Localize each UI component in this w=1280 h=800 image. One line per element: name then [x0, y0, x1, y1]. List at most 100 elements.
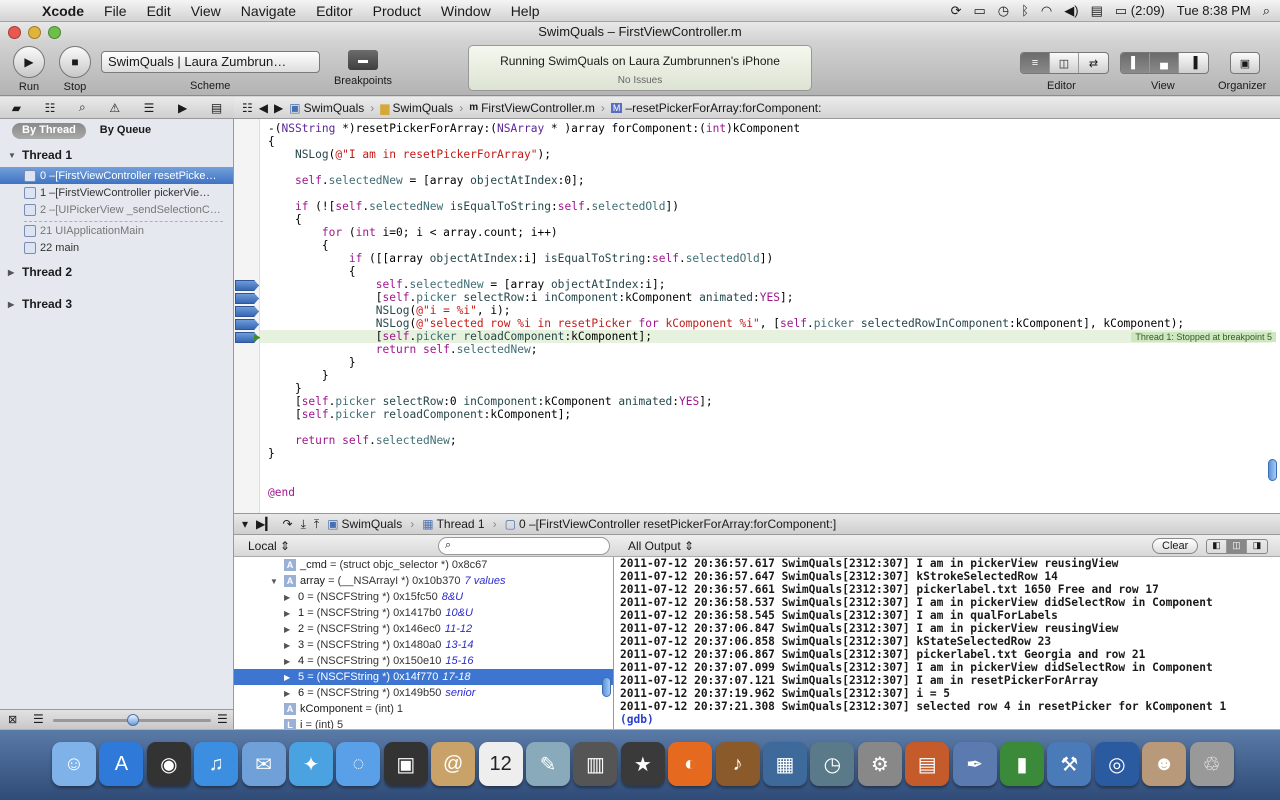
dashboard-icon[interactable]: ◉ — [146, 742, 191, 786]
preview-icon[interactable]: ✎ — [526, 742, 570, 786]
xcode-icon[interactable]: ⚒ — [1047, 742, 1092, 786]
app-menu[interactable]: Xcode — [32, 3, 94, 19]
mission-control-icon[interactable]: ▦ — [763, 742, 807, 786]
stack-frame-0[interactable]: 0 –[FirstViewController resetPicke… — [0, 167, 233, 184]
zoom-window-button[interactable] — [48, 26, 61, 39]
run-button[interactable]: ▶ Run — [12, 46, 46, 93]
back-arrow-icon[interactable]: ◀ — [259, 101, 268, 115]
symbol-navigator-icon[interactable]: ☷ — [45, 101, 56, 115]
code-line[interactable]: { — [268, 213, 1272, 226]
console-output[interactable]: 2011-07-12 20:36:57.617 SwimQuals[2312:3… — [614, 557, 1280, 729]
volume-icon[interactable]: ◀) — [1064, 3, 1078, 19]
show-variables-only-icon[interactable]: ◧ — [1207, 540, 1227, 553]
variables-search-field[interactable]: ⌕ — [438, 537, 610, 555]
source-editor[interactable]: ▶ -(NSString *)resetPickerForArray:(NSAr… — [234, 119, 1280, 513]
ichat-icon[interactable]: ◌ — [336, 742, 381, 786]
spotlight-icon[interactable]: ⌕ — [1263, 3, 1270, 19]
organizer-button[interactable]: ▣ — [1230, 52, 1260, 74]
wifi-icon[interactable]: ◠ — [1041, 3, 1052, 19]
slider-thumb[interactable] — [127, 714, 139, 726]
system-preferences-icon[interactable]: ⚙ — [857, 742, 902, 786]
current-code-line[interactable]: [self.picker reloadComponent:kComponent]… — [260, 330, 1272, 343]
variable-row[interactable]: ▶ 0 = (NSCFString *) 0x15fc50 8&U — [234, 589, 613, 605]
trash-icon[interactable]: ♲ — [1189, 742, 1234, 786]
code-line[interactable]: } — [268, 356, 1272, 369]
stack-frame-2[interactable]: 2 –[UIPickerView _sendSelectionC… — [0, 201, 233, 218]
safari-icon[interactable]: ✦ — [289, 742, 333, 786]
thread-1-row[interactable]: ▼ Thread 1 — [0, 143, 233, 167]
breakpoint-marker[interactable] — [235, 280, 259, 291]
stop-button[interactable]: ■ Stop — [58, 46, 92, 93]
code-line[interactable]: { — [268, 135, 1272, 148]
hide-debug-area-icon[interactable]: ▾ — [242, 517, 248, 531]
list-icon[interactable]: ☰ — [33, 712, 44, 726]
code-line[interactable] — [268, 460, 1272, 473]
stack-compression-slider[interactable] — [53, 714, 211, 726]
close-window-button[interactable] — [8, 26, 21, 39]
variables-search-input[interactable] — [459, 539, 604, 553]
breakpoint-marker[interactable] — [235, 293, 259, 304]
code-line[interactable] — [268, 421, 1272, 434]
step-out-icon[interactable]: ⤒ — [314, 517, 319, 532]
breadcrumb-method[interactable]: M –resetPickerForArray:forComponent: — [610, 101, 821, 115]
menu-edit[interactable]: Edit — [137, 3, 181, 19]
variable-row[interactable]: ▶ 3 = (NSCFString *) 0x1480a0 13-14 — [234, 637, 613, 653]
variable-row[interactable]: Li = (int) 5 — [234, 717, 613, 729]
code-line[interactable]: [self.picker reloadComponent:kComponent]… — [268, 408, 1272, 421]
menu-product[interactable]: Product — [363, 3, 431, 19]
thread-2-row[interactable]: ▶ Thread 2 — [0, 260, 233, 284]
disclosure-open-icon[interactable]: ▼ — [8, 151, 22, 160]
variables-scrollbar-thumb[interactable] — [602, 677, 611, 697]
code-line[interactable]: NSLog(@"I am in resetPickerForArray"); — [268, 148, 1272, 161]
breakpoints-button[interactable]: ▬ Breakpoints — [330, 50, 396, 87]
console-layout-segmented[interactable]: ◧ ◫ ◨ — [1206, 539, 1268, 554]
disclosure-closed-icon[interactable]: ▶ — [284, 641, 298, 650]
menu-editor[interactable]: Editor — [306, 3, 363, 19]
display-icon[interactable]: ▭ — [973, 3, 985, 19]
sync-icon[interactable]: ⟳ — [951, 3, 962, 19]
issue-navigator-icon[interactable]: ⚠ — [109, 101, 120, 115]
flag-icon[interactable]: ▤ — [1091, 3, 1103, 19]
related-items-icon[interactable]: ☷ — [242, 101, 253, 115]
show-both-icon[interactable]: ◫ — [1227, 540, 1247, 553]
code-line[interactable]: for (int i=0; i < array.count; i++) — [268, 226, 1272, 239]
breakpoint-marker[interactable] — [235, 306, 259, 317]
breakpoint-navigator-icon[interactable]: ▶ — [178, 101, 187, 115]
code-line[interactable]: if (![self.selectedNew isEqualToString:s… — [268, 200, 1272, 213]
instruments-icon[interactable]: ◎ — [1094, 742, 1139, 786]
menu-window[interactable]: Window — [431, 3, 501, 19]
breadcrumb-group[interactable]: ▆ SwimQuals — [380, 101, 453, 115]
debug-area-toggle-icon[interactable]: ▄ — [1150, 53, 1179, 73]
finder-icon[interactable]: ☺ — [52, 742, 96, 786]
disclosure-closed-icon[interactable]: ▶ — [284, 593, 298, 602]
variable-row[interactable]: ▶ 2 = (NSCFString *) 0x146ec0 11-12 — [234, 621, 613, 637]
breadcrumb-file[interactable]: m FirstViewController.m — [469, 101, 595, 115]
code-line[interactable]: if ([[array objectAtIndex:i] isEqualToSt… — [268, 252, 1272, 265]
assistant-editor-icon[interactable]: ◫ — [1050, 53, 1079, 73]
output-filter-popup[interactable]: All Output ⇕ — [628, 539, 694, 553]
facetime-icon[interactable]: ▣ — [383, 742, 428, 786]
disclosure-closed-icon[interactable]: ▶ — [284, 625, 298, 634]
editor-gutter[interactable]: ▶ — [234, 119, 261, 513]
code-line[interactable]: @end — [268, 486, 1272, 499]
stack-frame-21[interactable]: 21 UIApplicationMain — [0, 222, 233, 239]
editor-scrollbar-thumb[interactable] — [1268, 459, 1277, 481]
code-line[interactable]: { — [268, 265, 1272, 278]
code-line[interactable]: [self.picker selectRow:0 inComponent:kCo… — [268, 395, 1272, 408]
pages-icon[interactable]: ✒ — [952, 742, 997, 786]
firefox-icon[interactable]: ◐ — [668, 742, 713, 786]
menu-view[interactable]: View — [181, 3, 231, 19]
code-line[interactable]: return self.selectedNew; — [268, 434, 1272, 447]
menu-help[interactable]: Help — [501, 3, 550, 19]
ical-icon[interactable]: 12 — [478, 742, 523, 786]
breakpoint-marker[interactable] — [235, 319, 259, 330]
code-line[interactable] — [268, 187, 1272, 200]
code-line[interactable]: { — [268, 239, 1272, 252]
menu-file[interactable]: File — [94, 3, 137, 19]
address-book-icon[interactable]: @ — [431, 742, 476, 786]
thread-3-row[interactable]: ▶ Thread 3 — [0, 292, 233, 316]
code-line[interactable]: [self.picker selectRow:i inComponent:kCo… — [268, 291, 1272, 304]
bluetooth-icon[interactable]: ᛒ — [1021, 3, 1029, 18]
show-console-only-icon[interactable]: ◨ — [1247, 540, 1267, 553]
project-navigator-icon[interactable]: ▰ — [12, 101, 21, 115]
